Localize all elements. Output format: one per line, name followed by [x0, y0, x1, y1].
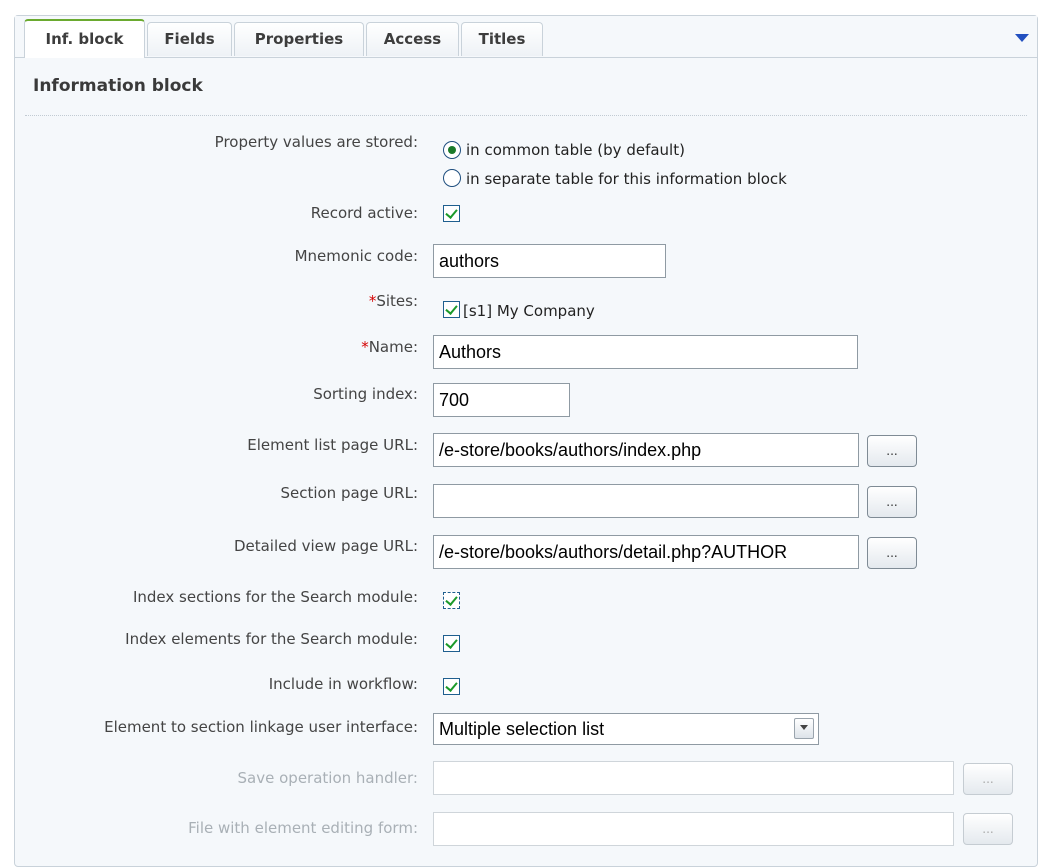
- dropdown-arrow-icon[interactable]: [794, 718, 814, 739]
- property-storage-label: Property values are stored:: [214, 133, 418, 151]
- name-label: *Name:: [361, 338, 418, 356]
- radio-separate-table-label[interactable]: in separate table for this information b…: [466, 170, 787, 188]
- tab-bar: Inf. block Fields Properties Access Titl…: [15, 16, 1037, 58]
- radio-common-table[interactable]: [443, 141, 461, 159]
- sorting-index-input[interactable]: 700: [433, 383, 570, 417]
- record-active-checkbox[interactable]: [443, 205, 460, 222]
- linkage-ui-select[interactable]: Multiple selection list: [433, 713, 819, 745]
- save-handler-browse-button[interactable]: ...: [963, 763, 1013, 795]
- index-elements-label: Index elements for the Search module:: [125, 630, 418, 648]
- name-label-text: Name:: [368, 338, 418, 356]
- site-s1-label[interactable]: [s1] My Company: [463, 302, 595, 320]
- mnemonic-code-input[interactable]: authors: [433, 244, 666, 278]
- infoblock-edit-panel: Inf. block Fields Properties Access Titl…: [14, 15, 1038, 867]
- radio-separate-table[interactable]: [443, 169, 461, 187]
- linkage-ui-select-value: Multiple selection list: [439, 719, 605, 739]
- detail-view-url-input[interactable]: /e-store/books/authors/detail.php?AUTHOR: [433, 535, 859, 569]
- detail-view-url-browse-button[interactable]: ...: [867, 537, 917, 569]
- record-active-label: Record active:: [310, 204, 418, 222]
- save-handler-input[interactable]: [433, 761, 954, 795]
- site-s1-checkbox[interactable]: [443, 301, 460, 318]
- include-workflow-checkbox[interactable]: [443, 678, 460, 695]
- element-list-url-input[interactable]: /e-store/books/authors/index.php: [433, 433, 859, 467]
- tab-inf-block[interactable]: Inf. block: [24, 19, 145, 58]
- element-list-url-browse-button[interactable]: ...: [867, 435, 917, 467]
- section-page-url-input[interactable]: [433, 484, 859, 518]
- index-elements-checkbox[interactable]: [443, 635, 460, 652]
- edit-form-file-browse-button[interactable]: ...: [963, 813, 1013, 845]
- mnemonic-code-label: Mnemonic code:: [294, 247, 418, 265]
- required-mark: *: [361, 338, 369, 356]
- tab-properties[interactable]: Properties: [234, 22, 364, 56]
- index-sections-label: Index sections for the Search module:: [132, 588, 418, 606]
- name-input[interactable]: Authors: [433, 335, 858, 369]
- tabs-menu-arrow-icon[interactable]: [1015, 34, 1029, 42]
- detail-view-url-label: Detailed view page URL:: [233, 537, 418, 555]
- section-title: Information block: [33, 76, 203, 96]
- index-sections-checkbox[interactable]: [443, 592, 460, 609]
- section-page-url-browse-button[interactable]: ...: [867, 486, 917, 518]
- save-handler-label: Save operation handler:: [237, 769, 418, 787]
- edit-form-file-input[interactable]: [433, 812, 954, 846]
- tab-titles[interactable]: Titles: [461, 22, 543, 56]
- section-page-url-label: Section page URL:: [280, 484, 418, 502]
- tab-access[interactable]: Access: [366, 22, 459, 56]
- edit-form-file-label: File with element editing form:: [188, 819, 418, 837]
- tab-fields[interactable]: Fields: [147, 22, 232, 56]
- include-workflow-label: Include in workflow:: [268, 675, 418, 693]
- linkage-ui-label: Element to section linkage user interfac…: [104, 718, 418, 736]
- sites-label: *Sites:: [369, 292, 418, 310]
- sites-label-text: Sites:: [376, 292, 418, 310]
- element-list-url-label: Element list page URL:: [247, 436, 418, 454]
- sorting-index-label: Sorting index:: [313, 385, 418, 403]
- radio-common-table-label[interactable]: in common table (by default): [466, 141, 685, 159]
- section-divider: [25, 115, 1027, 116]
